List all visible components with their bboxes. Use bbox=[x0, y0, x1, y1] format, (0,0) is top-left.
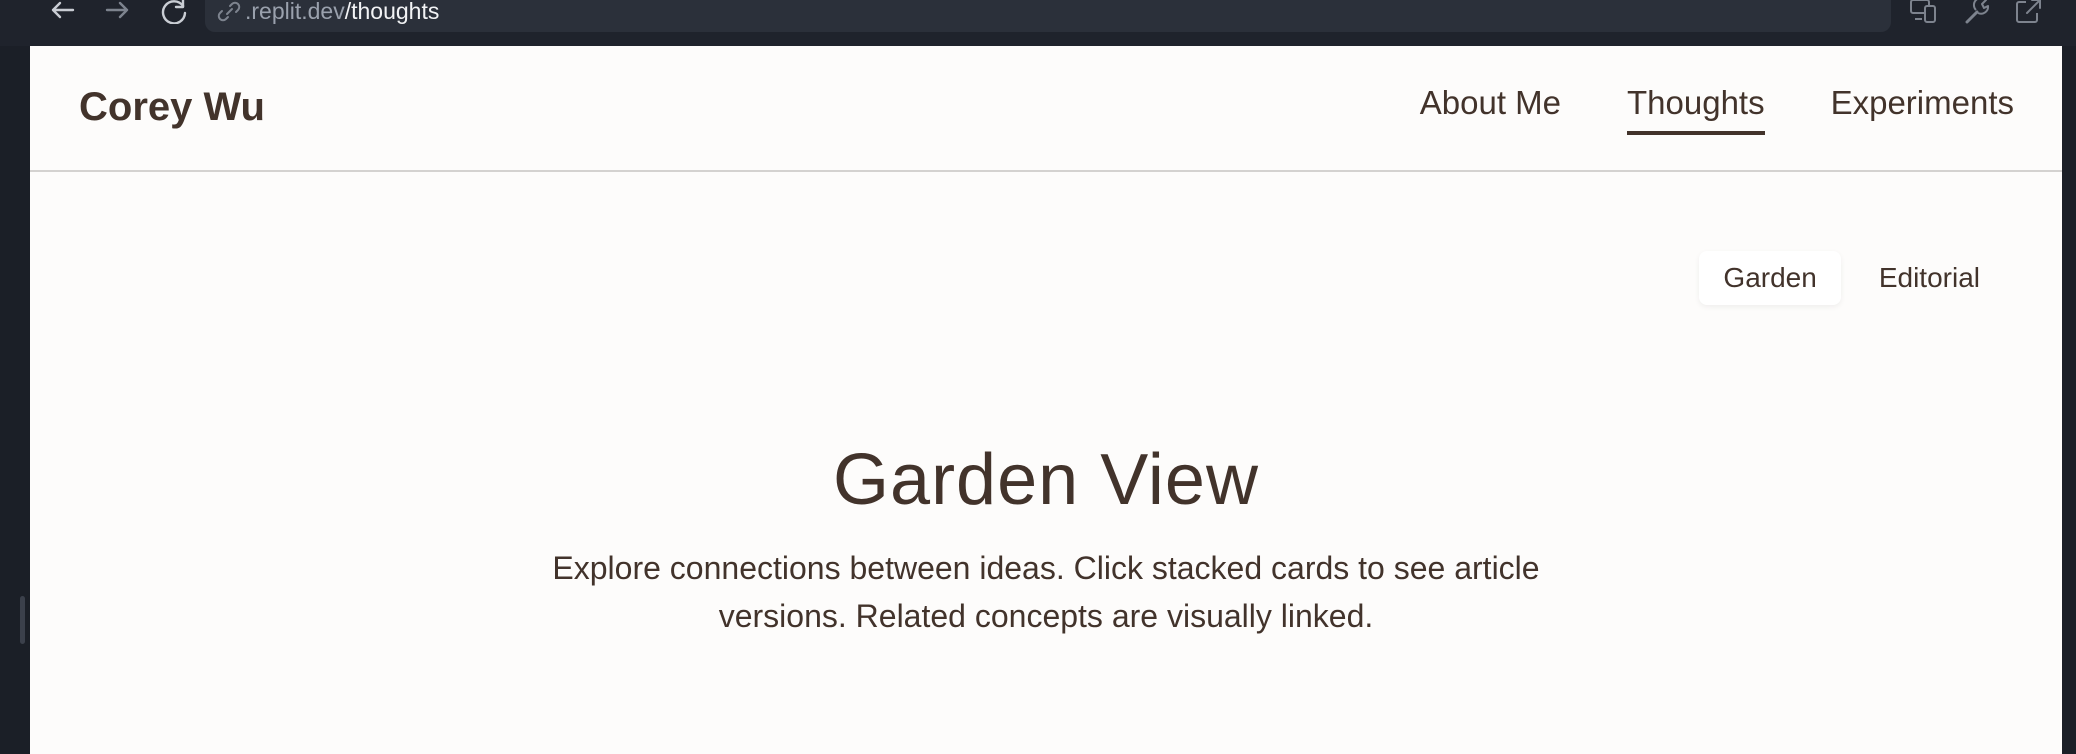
reload-button[interactable] bbox=[154, 0, 194, 24]
wrench-icon bbox=[1965, 0, 1990, 24]
page-viewport: Corey Wu About Me Thoughts Experiments G… bbox=[30, 46, 2062, 754]
forward-button[interactable] bbox=[98, 0, 138, 24]
right-panel-edge bbox=[2062, 46, 2076, 754]
page-description: Explore connections between ideas. Click… bbox=[30, 544, 2062, 640]
left-panel-edge bbox=[0, 46, 30, 754]
address-bar[interactable]: .replit.dev/thoughts bbox=[205, 0, 1891, 32]
link-icon bbox=[217, 1, 241, 22]
resize-handle[interactable] bbox=[20, 596, 25, 644]
description-line-2: versions. Related concepts are visually … bbox=[718, 598, 1374, 634]
site-header: Corey Wu About Me Thoughts Experiments bbox=[30, 46, 2062, 172]
url-path: /thoughts bbox=[344, 0, 440, 24]
url-text: .replit.dev/thoughts bbox=[245, 0, 440, 24]
nav-link-thoughts[interactable]: Thoughts bbox=[1627, 82, 1765, 135]
forward-arrow-icon bbox=[105, 1, 129, 19]
page-title: Garden View bbox=[833, 440, 1259, 520]
editorial-view-button[interactable]: Editorial bbox=[1855, 251, 2004, 305]
open-external-icon bbox=[2016, 0, 2041, 23]
description-line-1: Explore connections between ideas. Click… bbox=[552, 550, 1540, 586]
nav-link-experiments[interactable]: Experiments bbox=[1831, 82, 2014, 124]
view-toggle: Garden Editorial bbox=[1699, 251, 2004, 305]
site-title[interactable]: Corey Wu bbox=[79, 84, 265, 130]
devices-icon bbox=[1910, 0, 1936, 23]
reload-icon bbox=[161, 0, 187, 24]
main-nav: About Me Thoughts Experiments bbox=[1420, 82, 2014, 135]
back-arrow-icon bbox=[51, 1, 75, 19]
tools-button[interactable] bbox=[1962, 0, 1992, 24]
url-domain: .replit.dev bbox=[245, 0, 345, 24]
nav-link-about-me[interactable]: About Me bbox=[1420, 82, 1561, 124]
garden-view-button[interactable]: Garden bbox=[1699, 251, 1841, 305]
open-in-new-tab-button[interactable] bbox=[2014, 0, 2044, 24]
back-button[interactable] bbox=[42, 0, 82, 24]
browser-toolbar: .replit.dev/thoughts bbox=[0, 0, 2076, 46]
devtools-button[interactable] bbox=[1908, 0, 1940, 24]
